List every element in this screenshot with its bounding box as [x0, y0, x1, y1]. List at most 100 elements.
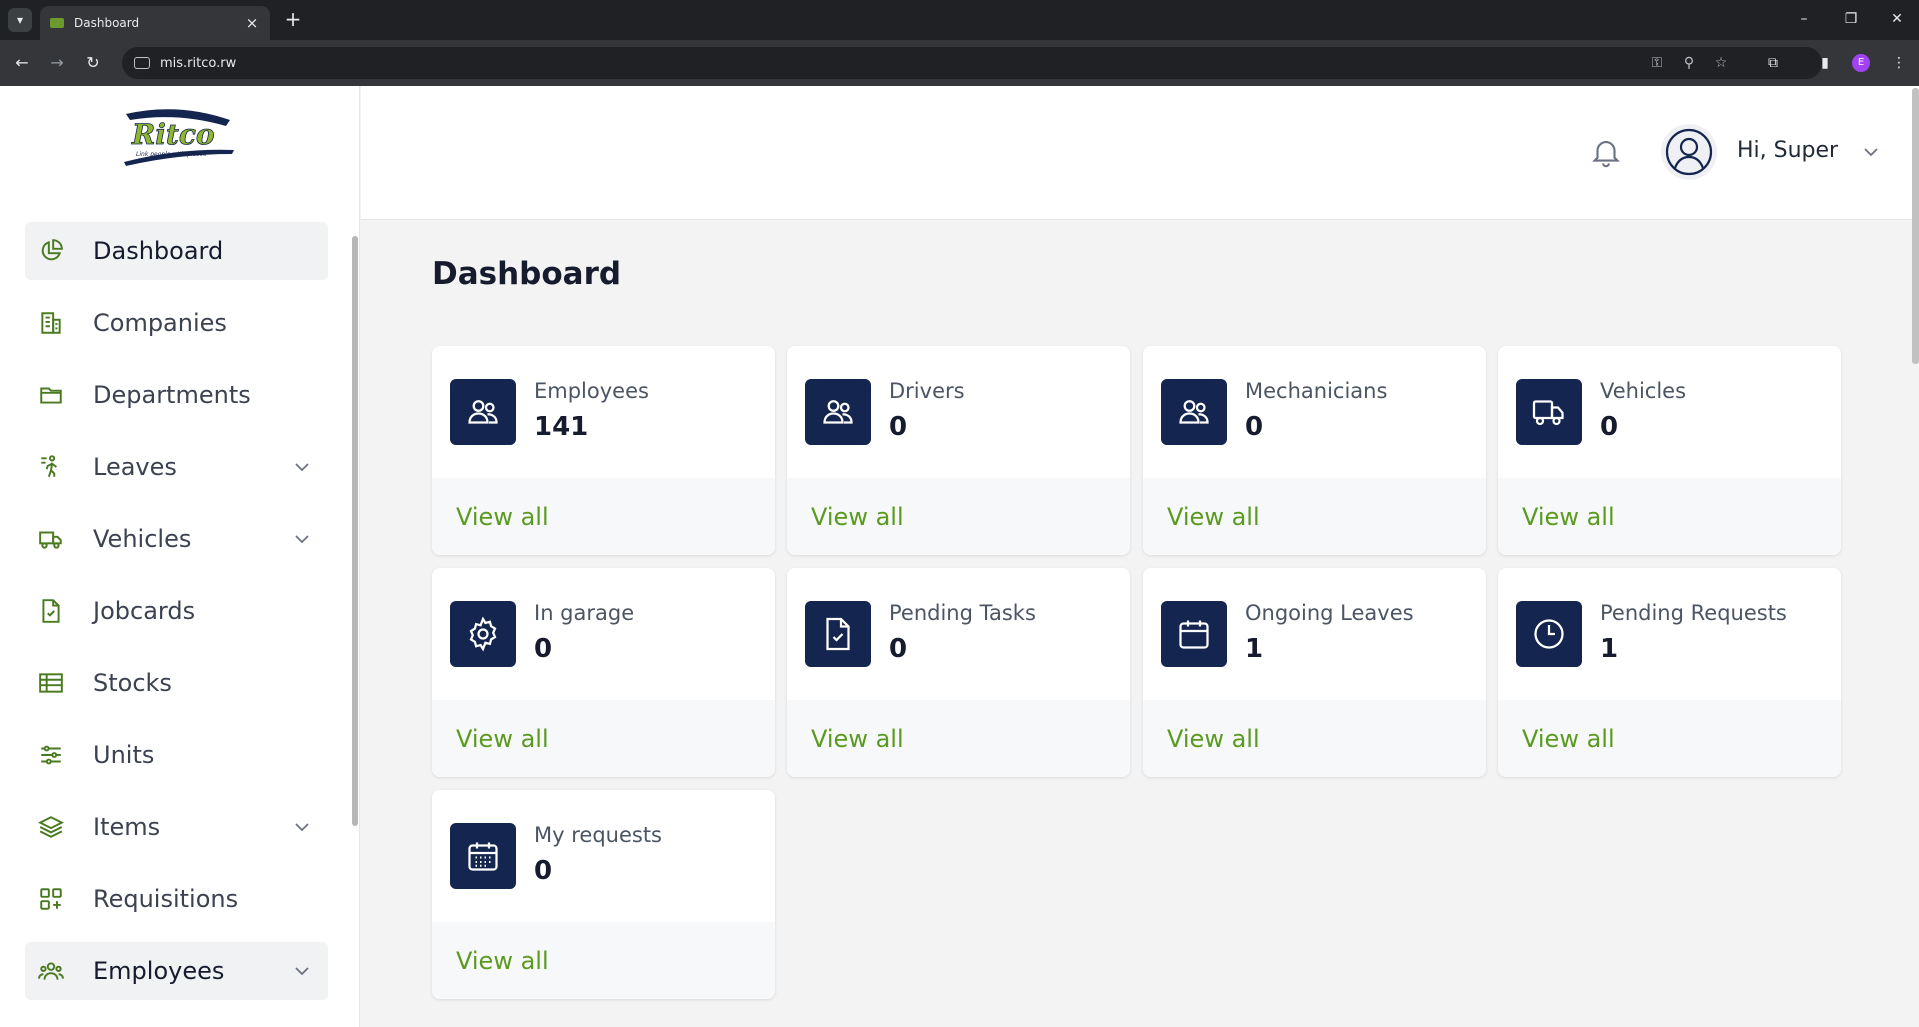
sidebar-item-items[interactable]: Items [25, 798, 328, 856]
sidebar-item-dashboard[interactable]: Dashboard [25, 222, 328, 280]
close-window-icon[interactable]: ✕ [1886, 8, 1908, 30]
chevron-down-icon[interactable] [1861, 142, 1881, 162]
zoom-icon[interactable]: ⚲ [1678, 52, 1700, 74]
browser-tab-bar: ▾ Dashboard × + – ❐ ✕ [0, 0, 1919, 40]
sidebar-item-stocks[interactable]: Stocks [25, 654, 328, 712]
truck-icon [1516, 379, 1582, 445]
sidebar-item-label: Leaves [93, 453, 177, 481]
calendar-icon [1161, 601, 1227, 667]
stat-label: In garage [534, 601, 635, 625]
browser-tab[interactable]: Dashboard × [40, 6, 270, 40]
stat-card-pending-tasks: Pending Tasks 0 View all [787, 568, 1130, 777]
user-avatar[interactable] [1661, 124, 1717, 180]
table-icon [37, 669, 65, 697]
profile-avatar[interactable]: E [1852, 54, 1870, 72]
chevron-down-icon [295, 823, 309, 832]
extensions-icon[interactable]: ⧉ [1762, 52, 1784, 74]
building-icon [37, 309, 65, 337]
stat-value: 0 [889, 412, 908, 442]
stat-label: Drivers [889, 379, 965, 403]
folder-icon [37, 381, 65, 409]
stat-card-vehicles: Vehicles 0 View all [1498, 346, 1841, 555]
stat-label: Ongoing Leaves [1245, 601, 1414, 625]
sidebar-item-units[interactable]: Units [25, 726, 328, 784]
top-header: Hi, Super [361, 86, 1919, 220]
pie-chart-icon [37, 237, 65, 265]
clock-icon [1516, 601, 1582, 667]
sliders-icon [37, 741, 65, 769]
stat-value: 141 [534, 412, 589, 442]
sidebar-item-jobcards[interactable]: Jobcards [25, 582, 328, 640]
chevron-down-icon [295, 535, 309, 544]
password-key-icon[interactable]: ⚿ [1646, 52, 1668, 74]
view-all-link[interactable]: View all [1522, 503, 1615, 531]
sidebar-item-departments[interactable]: Departments [25, 366, 328, 424]
forward-icon[interactable]: → [46, 52, 68, 74]
stat-label: Mechanicians [1245, 379, 1388, 403]
chevron-down-icon [295, 967, 309, 976]
calendar-grid-icon [450, 823, 516, 889]
restore-icon[interactable]: ❐ [1840, 8, 1862, 30]
minimize-icon[interactable]: – [1793, 8, 1815, 30]
stat-label: Pending Tasks [889, 601, 1036, 625]
sidebar-item-label: Dashboard [93, 237, 224, 265]
view-all-link[interactable]: View all [1167, 725, 1260, 753]
sidebar-scrollbar[interactable] [352, 236, 358, 826]
favicon-icon [50, 18, 64, 28]
page-scrollbar[interactable] [1912, 88, 1919, 364]
sidebar-item-requisitions[interactable]: Requisitions [25, 870, 328, 928]
address-bar: ← → ↻ mis.ritco.rw ⚿ ⚲ ☆ ⧉ ▮ E ⋮ [0, 40, 1919, 86]
reload-icon[interactable]: ↻ [82, 52, 104, 74]
sidebar-item-leaves[interactable]: Leaves [25, 438, 328, 496]
view-all-link[interactable]: View all [811, 503, 904, 531]
stat-card-in-garage: In garage 0 View all [432, 568, 775, 777]
sidebar-item-label: Units [93, 741, 155, 769]
sidebar-item-companies[interactable]: Companies [25, 294, 328, 352]
svg-text:Ritco: Ritco [131, 118, 215, 151]
side-panel-icon[interactable]: ▮ [1814, 52, 1836, 74]
stat-card-employees: Employees 141 View all [432, 346, 775, 555]
grid-plus-icon [37, 885, 65, 913]
truck-icon [37, 525, 65, 553]
omnibox[interactable]: mis.ritco.rw ⚿ ⚲ ☆ [122, 47, 1822, 79]
stat-value: 1 [1600, 634, 1619, 664]
bookmark-star-icon[interactable]: ☆ [1710, 52, 1732, 74]
users-icon [37, 957, 65, 985]
tab-search-button[interactable]: ▾ [8, 8, 32, 32]
sidebar-item-employees[interactable]: Employees [25, 942, 328, 1000]
stat-value: 0 [534, 856, 553, 886]
stat-card-mechanicians: Mechanicians 0 View all [1143, 346, 1486, 555]
sidebar-item-vehicles[interactable]: Vehicles [25, 510, 328, 568]
close-tab-icon[interactable]: × [244, 14, 260, 32]
stat-card-drivers: Drivers 0 View all [787, 346, 1130, 555]
stat-value: 0 [889, 634, 908, 664]
new-tab-button[interactable]: + [282, 9, 304, 29]
stat-card-ongoing-leaves: Ongoing Leaves 1 View all [1143, 568, 1486, 777]
users-icon [1161, 379, 1227, 445]
back-icon[interactable]: ← [11, 52, 33, 74]
stat-value: 0 [1600, 412, 1619, 442]
sidebar-nav: Dashboard Companies Departments Leaves V… [25, 222, 328, 1014]
stat-card-pending-requests: Pending Requests 1 View all [1498, 568, 1841, 777]
sidebar-item-label: Stocks [93, 669, 172, 697]
view-all-link[interactable]: View all [456, 725, 549, 753]
stat-label: Vehicles [1600, 379, 1687, 403]
user-greeting[interactable]: Hi, Super [1737, 138, 1838, 163]
bell-icon[interactable] [1589, 134, 1623, 170]
users-icon [805, 379, 871, 445]
page-title: Dashboard [432, 256, 622, 292]
site-info-icon[interactable] [134, 57, 150, 69]
ritco-logo[interactable]: Ritco Link people with places [118, 104, 238, 168]
browser-menu-icon[interactable]: ⋮ [1888, 52, 1910, 74]
file-check-icon [805, 601, 871, 667]
users-icon [450, 379, 516, 445]
view-all-link[interactable]: View all [456, 947, 549, 975]
stat-value: 0 [534, 634, 553, 664]
layers-icon [37, 813, 65, 841]
stat-label: My requests [534, 823, 662, 847]
view-all-link[interactable]: View all [1167, 503, 1260, 531]
view-all-link[interactable]: View all [1522, 725, 1615, 753]
view-all-link[interactable]: View all [456, 503, 549, 531]
view-all-link[interactable]: View all [811, 725, 904, 753]
svg-text:Link people with places: Link people with places [136, 151, 206, 158]
